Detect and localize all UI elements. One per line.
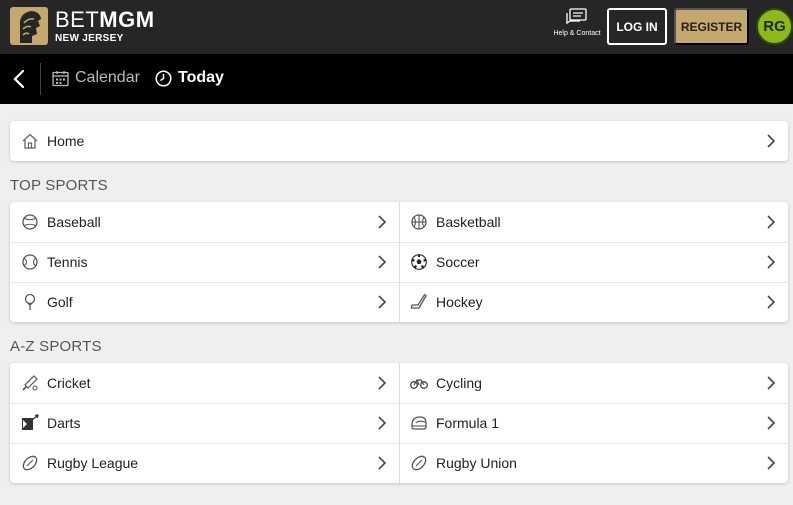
calendar-icon [52, 70, 69, 86]
chevron-right-icon [378, 295, 387, 309]
chat-icon [566, 8, 587, 25]
golf-icon [21, 293, 39, 311]
register-button[interactable]: REGISTER [674, 8, 749, 45]
chevron-right-icon [378, 416, 387, 430]
sport-label: Rugby League [47, 455, 139, 471]
sport-row-soccer[interactable]: Soccer [399, 242, 788, 282]
top-sports-heading: TOP SPORTS [10, 177, 108, 194]
chevron-right-icon [378, 255, 387, 269]
help-contact-button[interactable]: Help & Contact [547, 6, 607, 48]
sport-row-cycling[interactable]: Cycling [399, 363, 788, 403]
calendar-label: Calendar [75, 69, 140, 86]
home-card: Home [10, 121, 788, 161]
sport-row-rugby-league[interactable]: Rugby League [10, 443, 399, 483]
chevron-right-icon [767, 376, 776, 390]
today-label: Today [178, 69, 224, 86]
brand-mgm: MGM [99, 7, 155, 32]
az-sports-card: Cricket Cycling Darts Formula 1 Rugby Le… [10, 363, 788, 483]
sport-label: Tennis [47, 254, 88, 270]
sport-label: Darts [47, 415, 81, 431]
calendar-tab[interactable]: Calendar [52, 69, 140, 87]
chevron-right-icon [378, 456, 387, 470]
brand-bet: BET [55, 7, 100, 32]
sport-row-cricket[interactable]: Cricket [10, 363, 399, 403]
formula1-icon [410, 414, 428, 432]
chevron-right-icon [767, 134, 776, 148]
hockey-icon [410, 293, 428, 311]
sport-label: Soccer [436, 254, 480, 270]
chevron-right-icon [767, 416, 776, 430]
tennis-icon [21, 253, 39, 271]
top-header: BETMGM NEW JERSEY Help & Contact LOG IN … [0, 0, 793, 54]
home-label: Home [47, 133, 85, 149]
subnav-divider [40, 63, 41, 95]
brand-region: NEW JERSEY [55, 33, 124, 44]
help-contact-label: Help & Contact [553, 30, 601, 37]
top-sports-card: Baseball Basketball Tennis Soccer Golf H… [10, 202, 788, 322]
sport-label: Basketball [436, 214, 501, 230]
responsible-gaming-badge[interactable]: RG [756, 8, 793, 45]
home-row[interactable]: Home [10, 121, 788, 161]
sport-row-formula1[interactable]: Formula 1 [399, 403, 788, 443]
home-icon [21, 132, 39, 150]
clock-icon [155, 69, 172, 87]
sport-label: Cricket [47, 375, 91, 391]
sport-row-darts[interactable]: Darts [10, 403, 399, 443]
chevron-right-icon [378, 215, 387, 229]
cycling-icon [410, 374, 428, 392]
baseball-icon [21, 213, 39, 231]
back-arrow-icon[interactable] [10, 68, 30, 90]
sub-navigation: Calendar Today [0, 54, 793, 104]
basketball-icon [410, 213, 428, 231]
sport-row-tennis[interactable]: Tennis [10, 242, 399, 282]
sport-row-baseball[interactable]: Baseball [10, 202, 399, 242]
sport-label: Golf [47, 294, 73, 310]
sport-label: Rugby Union [436, 455, 517, 471]
rg-label: RG [763, 18, 786, 35]
sport-label: Hockey [436, 294, 483, 310]
betmgm-lion-logo[interactable] [10, 7, 48, 45]
chevron-right-icon [767, 295, 776, 309]
sport-row-basketball[interactable]: Basketball [399, 202, 788, 242]
today-tab[interactable]: Today [155, 69, 224, 87]
sport-label: Cycling [436, 375, 482, 391]
sport-label: Formula 1 [436, 415, 500, 431]
chevron-right-icon [767, 215, 776, 229]
darts-icon [21, 414, 39, 432]
cricket-icon [21, 374, 39, 392]
az-sports-heading: A-Z SPORTS [10, 338, 102, 355]
rugby-icon [410, 454, 428, 472]
login-button[interactable]: LOG IN [607, 8, 667, 45]
chevron-right-icon [378, 376, 387, 390]
soccer-icon [410, 253, 428, 271]
sport-row-golf[interactable]: Golf [10, 282, 399, 322]
chevron-right-icon [767, 456, 776, 470]
sport-row-hockey[interactable]: Hockey [399, 282, 788, 322]
sport-row-rugby-union[interactable]: Rugby Union [399, 443, 788, 483]
sport-label: Baseball [47, 214, 101, 230]
chevron-right-icon [767, 255, 776, 269]
brand-wordmark[interactable]: BETMGM NEW JERSEY [55, 7, 155, 45]
rugby-icon [21, 454, 39, 472]
